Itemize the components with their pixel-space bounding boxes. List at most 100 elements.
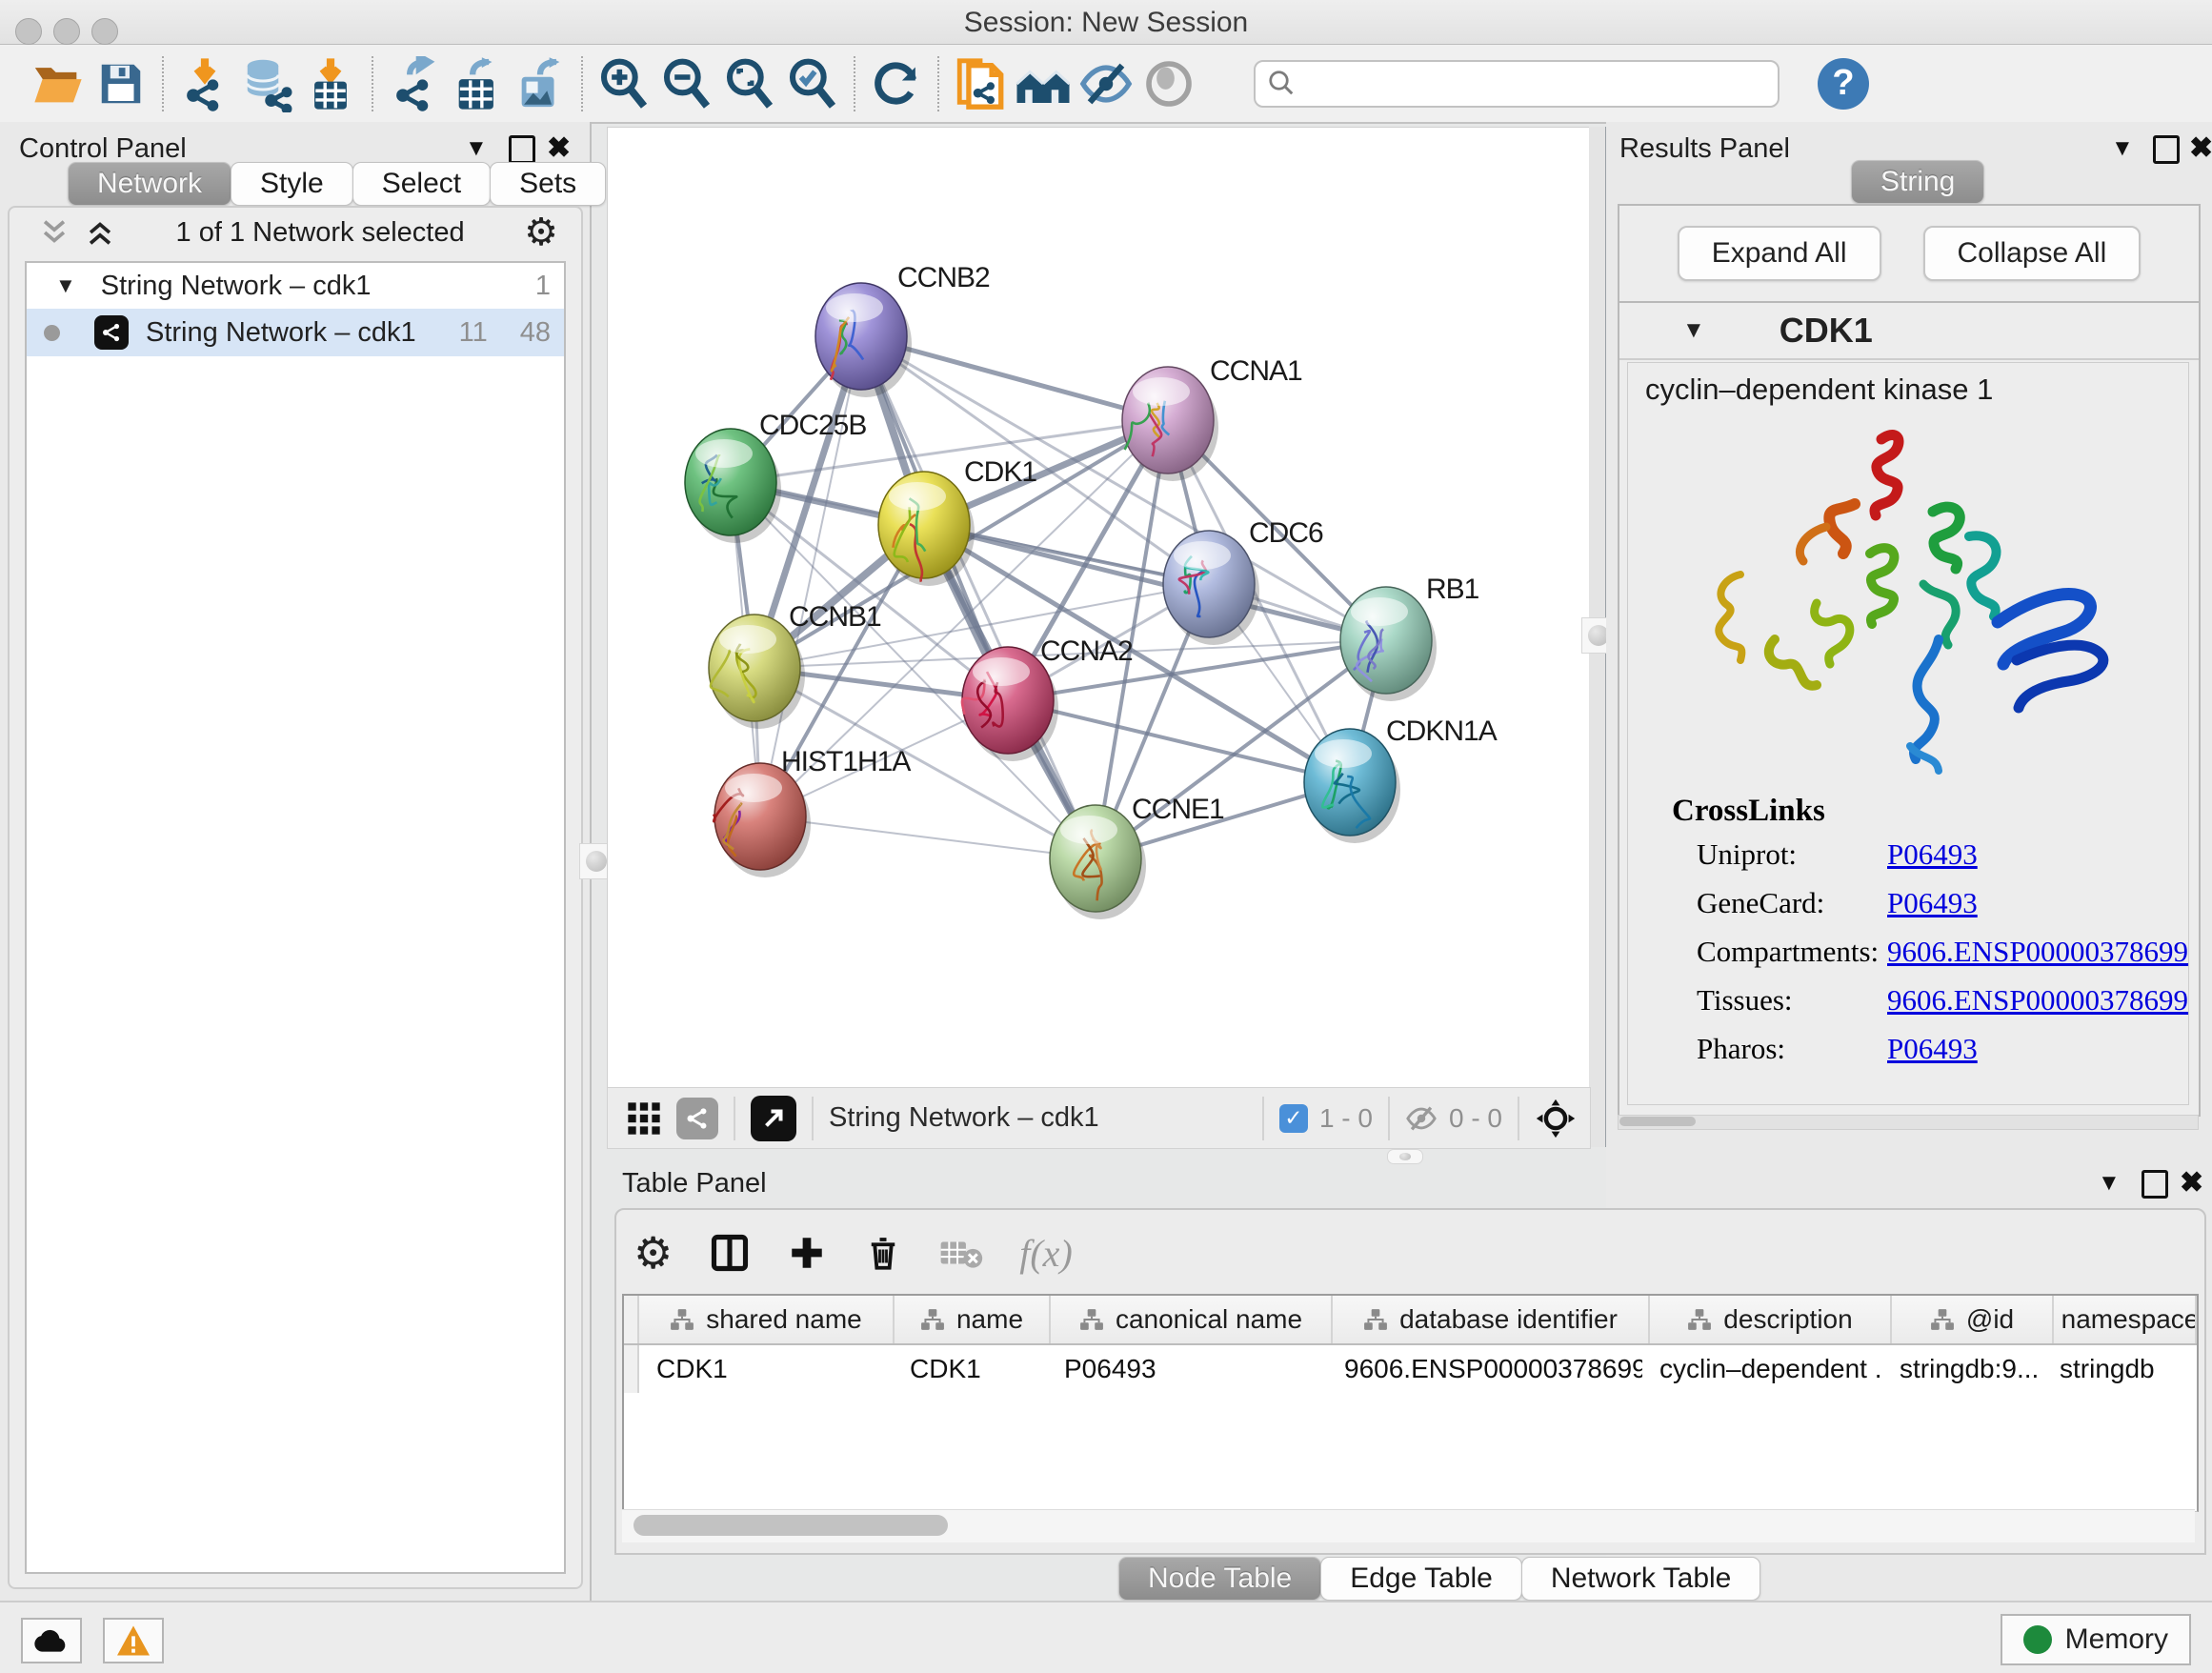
- tab-network-table[interactable]: Network Table: [1521, 1557, 1761, 1601]
- node-label: RB1: [1426, 574, 1479, 605]
- maximize-results-panel-icon[interactable]: [2153, 135, 2180, 164]
- crosslink-link[interactable]: P06493: [1887, 886, 2173, 920]
- network-node-ccne1[interactable]: CCNE1: [1050, 794, 1224, 919]
- hidden-eye-slash-icon: [1405, 1102, 1438, 1135]
- network-node-cdc6[interactable]: CDC6: [1163, 517, 1323, 645]
- network-collection-row[interactable]: ▼ String Network – cdk1 1: [27, 263, 564, 309]
- network-options-gear-icon[interactable]: ⚙: [524, 211, 558, 254]
- float-panel-icon[interactable]: ▼: [465, 135, 488, 162]
- network-overview-button[interactable]: [676, 1098, 718, 1139]
- node-label: CDC25B: [759, 410, 866, 441]
- tab-style[interactable]: Style: [231, 162, 353, 206]
- tab-node-table[interactable]: Node Table: [1118, 1557, 1321, 1601]
- zoom-in-button[interactable]: [593, 53, 655, 114]
- share-icon: [684, 1105, 711, 1132]
- horizontal-splitter-handle[interactable]: [1387, 1149, 1423, 1164]
- zoom-selected-button[interactable]: [781, 53, 844, 114]
- show-hidden-button[interactable]: [1137, 53, 1200, 114]
- column-header-namespace[interactable]: namespace: [2054, 1296, 2197, 1343]
- column-header-canonical-name[interactable]: canonical name: [1051, 1296, 1333, 1343]
- import-table-button[interactable]: [299, 53, 362, 114]
- column-header-database-identifier[interactable]: database identifier: [1333, 1296, 1650, 1343]
- hide-selected-button[interactable]: [1075, 53, 1137, 114]
- network-node-cdc25b[interactable]: CDC25B: [685, 410, 866, 543]
- close-table-panel-icon[interactable]: ✖: [2180, 1166, 2203, 1199]
- export-network-button[interactable]: [383, 53, 446, 114]
- title-bar: Session: New Session: [0, 0, 2212, 45]
- expand-all-button[interactable]: Expand All: [1678, 226, 1881, 281]
- show-columns-icon[interactable]: [709, 1232, 751, 1274]
- refresh-button[interactable]: [865, 53, 928, 114]
- network-node-cdkn1a[interactable]: CDKN1A: [1304, 716, 1498, 843]
- tab-network[interactable]: Network: [68, 162, 231, 206]
- network-node-hist1h1a[interactable]: HIST1H1A: [714, 746, 911, 877]
- open-session-button[interactable]: [27, 53, 90, 114]
- table-toolbar: ⚙ f(x): [633, 1219, 1073, 1286]
- table-cell: 9606.ENSP00000378699: [1327, 1354, 1642, 1384]
- collection-caret-icon[interactable]: ▼: [55, 273, 76, 298]
- import-network-button[interactable]: [173, 53, 236, 114]
- import-network-from-database-button[interactable]: [236, 53, 299, 114]
- warning-icon: [115, 1624, 151, 1657]
- gene-caret-icon[interactable]: ▼: [1682, 317, 1705, 344]
- maximize-panel-icon[interactable]: [509, 135, 535, 164]
- column-header-shared-name[interactable]: shared name: [639, 1296, 895, 1343]
- crosslink-link[interactable]: P06493: [1887, 1032, 2173, 1066]
- maximize-table-panel-icon[interactable]: [2142, 1170, 2168, 1199]
- add-column-icon[interactable]: [787, 1233, 827, 1273]
- network-view[interactable]: CCNB2CCNA1CDC25BCDK1CDC6RB1CCNB1CCNA2CDK…: [607, 127, 1591, 1088]
- float-results-panel-icon[interactable]: ▼: [2111, 135, 2134, 162]
- collapse-all-networks-icon[interactable]: [38, 216, 70, 249]
- network-node-count: 11: [459, 317, 488, 349]
- open-in-new-window-button[interactable]: [751, 1096, 796, 1141]
- pan-crosshair-icon[interactable]: [1535, 1098, 1577, 1139]
- tab-select[interactable]: Select: [352, 162, 491, 206]
- help-button[interactable]: ?: [1818, 58, 1869, 110]
- save-session-button[interactable]: [90, 53, 152, 114]
- delete-column-icon[interactable]: [863, 1233, 903, 1273]
- expand-all-networks-icon[interactable]: [84, 216, 116, 249]
- export-image-button[interactable]: [509, 53, 572, 114]
- export-table-button[interactable]: [446, 53, 509, 114]
- collapse-all-button[interactable]: Collapse All: [1923, 226, 2142, 281]
- search-input[interactable]: [1254, 60, 1780, 108]
- main-toolbar: ?: [0, 45, 2212, 124]
- network-row-selected[interactable]: String Network – cdk1 11 48: [27, 309, 564, 356]
- table-horizontal-scrollbar[interactable]: [622, 1509, 2195, 1542]
- home-button[interactable]: [1012, 53, 1075, 114]
- tab-edge-table[interactable]: Edge Table: [1320, 1557, 1522, 1601]
- tab-string[interactable]: String: [1851, 160, 1984, 204]
- close-panel-icon[interactable]: ✖: [547, 131, 571, 165]
- network-node-ccnb2[interactable]: CCNB2: [815, 262, 990, 397]
- table-row[interactable]: CDK1CDK1P064939606.ENSP00000378699cyclin…: [624, 1345, 2197, 1393]
- column-header--id[interactable]: @id: [1892, 1296, 2054, 1343]
- network-node-cdk1[interactable]: CDK1: [878, 456, 1036, 586]
- memory-button[interactable]: Memory: [2001, 1614, 2191, 1665]
- gene-symbol: CDK1: [1780, 311, 1873, 351]
- birds-eye-view-button[interactable]: [625, 1099, 663, 1138]
- network-node-rb1[interactable]: RB1: [1340, 574, 1479, 701]
- zoom-out-button[interactable]: [655, 53, 718, 114]
- crosslink-link[interactable]: P06493: [1887, 837, 2173, 872]
- close-results-panel-icon[interactable]: ✖: [2189, 131, 2212, 165]
- network-node-ccna2[interactable]: CCNA2: [962, 635, 1133, 761]
- selected-count-checkbox[interactable]: ✓: [1279, 1104, 1308, 1133]
- column-header-name[interactable]: name: [895, 1296, 1051, 1343]
- scrollbar-thumb[interactable]: [633, 1515, 948, 1536]
- network-node-ccnb1[interactable]: CCNB1: [709, 601, 881, 729]
- network-name: String Network – cdk1: [146, 317, 416, 349]
- node-table[interactable]: shared namenamecanonical namedatabase id…: [622, 1294, 2199, 1512]
- zoom-fit-button[interactable]: [718, 53, 781, 114]
- results-scrollbar[interactable]: [1618, 1115, 2199, 1130]
- float-table-panel-icon[interactable]: ▼: [2098, 1170, 2121, 1197]
- network-selection-status: 1 of 1 Network selected: [116, 217, 524, 249]
- crosslink-link[interactable]: 9606.ENSP00000378699: [1887, 935, 2173, 969]
- warnings-button[interactable]: [103, 1618, 164, 1663]
- table-options-gear-icon[interactable]: ⚙: [633, 1227, 673, 1279]
- new-network-from-selection-button[interactable]: [949, 53, 1012, 114]
- gene-card-header[interactable]: ▼ CDK1: [1619, 303, 2199, 360]
- crosslink-link[interactable]: 9606.ENSP00000378699: [1887, 983, 2173, 1018]
- tab-sets[interactable]: Sets: [490, 162, 606, 206]
- column-header-description[interactable]: description: [1650, 1296, 1892, 1343]
- app-store-button[interactable]: [21, 1618, 82, 1663]
